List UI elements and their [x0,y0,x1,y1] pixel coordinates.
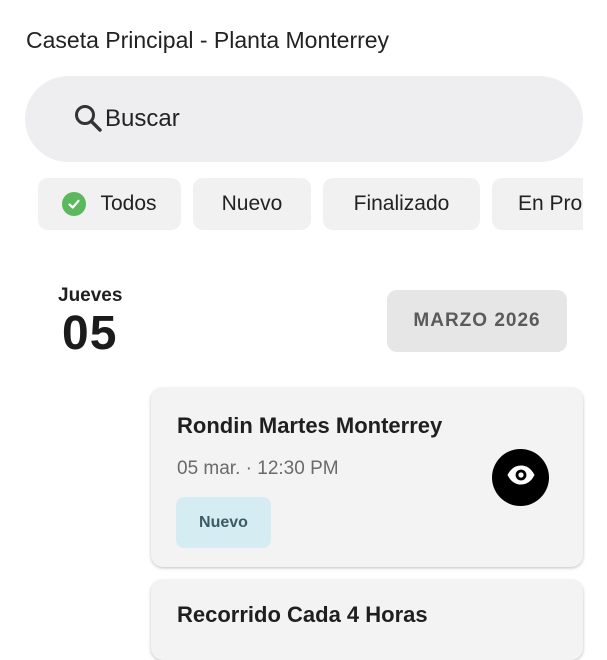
chip-label: Finalizado [353,192,450,215]
search-icon[interactable] [73,103,105,135]
month-chip[interactable]: MARZO 2026 [387,290,567,352]
filter-chip-en-proceso[interactable]: En Pro [492,178,583,230]
date-weekday: Jueves [58,285,123,306]
eye-icon [506,464,536,491]
filter-chip-nuevo[interactable]: Nuevo [193,178,311,230]
search-input[interactable] [105,76,545,162]
filter-chips[interactable]: Todos Nuevo Finalizado En Pro [38,178,583,232]
chip-label: En Pro [518,192,583,215]
round-title: Recorrido Cada 4 Horas [177,602,428,627]
chip-label: Todos [100,192,157,215]
round-datetime: 05 mar. · 12:30 PM [177,458,339,479]
status-badge: Nuevo [176,497,271,548]
round-title: Rondin Martes Monterrey [177,413,443,438]
check-circle-icon [62,192,87,216]
round-card[interactable]: Rondin Martes Monterrey 05 mar. · 12:30 … [151,388,583,567]
round-card[interactable]: Recorrido Cada 4 Horas [151,580,583,660]
search-bar[interactable] [25,76,583,162]
date-day-number: 05 [62,307,118,360]
filter-chip-finalizado[interactable]: Finalizado [323,178,480,230]
filter-chip-todos[interactable]: Todos [38,178,181,230]
page-title: Caseta Principal - Planta Monterrey [26,27,390,53]
chip-label: Nuevo [221,192,283,215]
view-button[interactable] [492,449,549,506]
